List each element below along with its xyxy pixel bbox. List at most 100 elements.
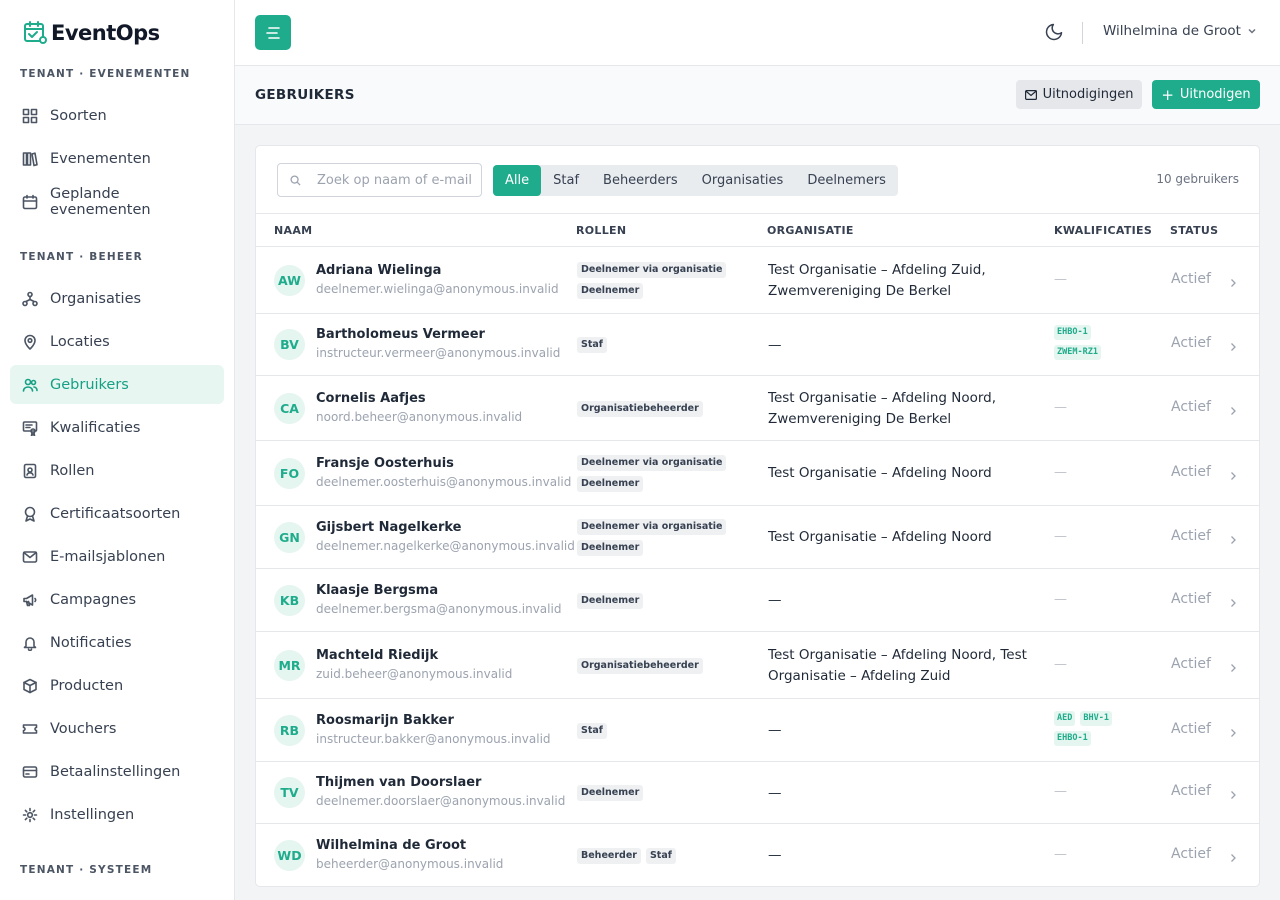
qualifications-empty: — — [1054, 846, 1067, 862]
chevron-right-icon[interactable] — [1229, 848, 1237, 867]
sidebar-item-rollen[interactable]: Rollen — [10, 451, 224, 490]
sidebar-item-geplande-evenementen[interactable]: Geplande evenementen — [10, 182, 224, 221]
roles-list: Deelnemer via organisatie Deelnemer — [577, 519, 747, 556]
chevron-right-icon[interactable] — [1229, 401, 1237, 420]
filter-alle[interactable]: Alle — [493, 165, 542, 196]
chevron-down-icon — [1248, 28, 1256, 34]
avatar: CA — [274, 392, 305, 424]
user-name[interactable]: Wilhelmina de Groot — [316, 838, 466, 853]
user-name[interactable]: Roosmarijn Bakker — [316, 713, 454, 728]
chevron-right-icon[interactable] — [1229, 658, 1237, 677]
table-row[interactable]: CA Cornelis Aafjes noord.beheer@anonymous.… — [256, 376, 1259, 441]
status-text: Actief — [1171, 720, 1211, 737]
role-badge: Staf — [577, 337, 607, 353]
sidebar-item-betaalinstellingen[interactable]: Betaalinstellingen — [10, 752, 224, 791]
chevron-right-icon[interactable] — [1229, 785, 1237, 804]
status-text: Actief — [1171, 398, 1211, 415]
chevron-right-icon[interactable] — [1229, 723, 1237, 742]
user-name[interactable]: Fransje Oosterhuis — [316, 456, 454, 471]
header-organization[interactable]: ORGANISATIE — [767, 224, 854, 237]
user-name[interactable]: Klaasje Bergsma — [316, 583, 438, 598]
avatar: AW — [274, 264, 305, 296]
sidebar-item-label: Gebruikers — [50, 376, 129, 393]
qualifications-empty: — — [1054, 528, 1067, 544]
table-row[interactable]: MR Machteld Riedijk zuid.beheer@anonymous.… — [256, 632, 1259, 699]
user-name[interactable]: Thijmen van Doorslaer — [316, 775, 481, 790]
sidebar-item-locaties[interactable]: Locaties — [10, 322, 224, 361]
sidebar-item-e-mailsjablonen[interactable]: E-mailsjablonen — [10, 537, 224, 576]
chevron-right-icon[interactable] — [1229, 466, 1237, 485]
qualification-badge: EHBO-1 — [1054, 730, 1091, 746]
table-row[interactable]: WD Wilhelmina de Groot beheerder@anonymous… — [256, 824, 1259, 886]
sidebar-item-instellingen[interactable]: Instellingen — [10, 795, 224, 834]
user-email: deelnemer.bergsma@anonymous.invalid — [316, 601, 562, 616]
user-name[interactable]: Gijsbert Nagelkerke — [316, 520, 461, 535]
qualification-badge: AED — [1054, 710, 1076, 726]
organization: — — [768, 722, 782, 738]
table-row[interactable]: TV Thijmen van Doorslaer deelnemer.doorsla… — [256, 762, 1259, 824]
sidebar-item-label: Producten — [50, 677, 124, 694]
table-row[interactable]: RB Roosmarijn Bakker instructeur.bakker@an… — [256, 699, 1259, 762]
status-text: Actief — [1171, 463, 1211, 480]
table-row[interactable]: AW Adriana Wielinga deelnemer.wielinga@ano… — [256, 247, 1259, 314]
status-text: Actief — [1171, 783, 1211, 799]
user-email: deelnemer.doorslaer@anonymous.invalid — [316, 794, 566, 808]
avatar: GN — [274, 521, 305, 553]
organization: Test Organisatie – Afdeling Noord — [768, 465, 992, 481]
user-name[interactable]: Bartholomeus Vermeer — [316, 327, 485, 342]
sidebar-item-producten[interactable]: Producten — [10, 666, 224, 705]
sidebar-item-notificaties[interactable]: Notificaties — [10, 623, 224, 662]
sidebar-section-title: TENANT · SYSTEEM — [20, 864, 153, 876]
filter-staf[interactable]: Staf — [541, 165, 591, 196]
filter-organisaties[interactable]: Organisaties — [690, 165, 796, 196]
sidebar-item-kwalificaties[interactable]: Kwalificaties — [10, 408, 224, 447]
search-box[interactable] — [277, 163, 482, 197]
search-input[interactable] — [317, 172, 477, 188]
sidebar-item-soorten[interactable]: Soorten — [10, 96, 224, 135]
sidebar-section-title: TENANT · EVENEMENTEN — [20, 68, 191, 80]
header-name[interactable]: NAAM — [274, 224, 312, 237]
avatar: KB — [274, 584, 305, 616]
user-name[interactable]: Cornelis Aafjes — [316, 391, 426, 406]
invitations-button[interactable]: Uitnodigingen — [1016, 80, 1142, 109]
menu-toggle-button[interactable] — [255, 15, 291, 50]
chevron-right-icon[interactable] — [1229, 337, 1237, 356]
table-row[interactable]: KB Klaasje Bergsma deelnemer.bergsma@anony… — [256, 569, 1259, 632]
sidebar-item-vouchers[interactable]: Vouchers — [10, 709, 224, 748]
qualifications-empty: — — [1054, 591, 1067, 607]
organization: Test Organisatie – Afdeling Noord, Zwemv… — [768, 389, 997, 427]
sidebar-item-gebruikers[interactable]: Gebruikers — [10, 365, 224, 404]
moon-icon — [1045, 23, 1063, 41]
sidebar-item-campagnes[interactable]: Campagnes — [10, 580, 224, 619]
sidebar-item-label: Locaties — [50, 333, 110, 350]
sidebar-item-organisaties[interactable]: Organisaties — [10, 279, 224, 318]
header-divider — [1082, 22, 1083, 44]
logo[interactable]: EventOps — [0, 0, 234, 66]
user-menu[interactable]: Wilhelmina de Groot — [1103, 23, 1257, 39]
qualifications-empty: — — [1054, 656, 1067, 672]
user-email: deelnemer.oosterhuis@anonymous.invalid — [316, 474, 572, 489]
filter-beheerders[interactable]: Beheerders — [591, 165, 690, 196]
role-badge: Deelnemer via organisatie — [577, 455, 727, 471]
table-row[interactable]: FO Fransje Oosterhuis deelnemer.oosterhuis… — [256, 441, 1259, 506]
id-badge-icon — [22, 463, 38, 479]
sidebar-item-evenementen[interactable]: Evenementen — [10, 139, 224, 178]
header-qualifications[interactable]: KWALIFICATIES — [1054, 224, 1152, 237]
header-status[interactable]: STATUS — [1170, 224, 1218, 237]
users-card: AlleStafBeheerdersOrganisatiesDeelnemers… — [255, 145, 1260, 887]
filter-deelnemers[interactable]: Deelnemers — [795, 165, 898, 196]
status-text: Actief — [1171, 655, 1211, 672]
chevron-right-icon[interactable] — [1229, 530, 1237, 549]
organization: Test Organisatie – Afdeling Zuid, Zwemve… — [768, 261, 986, 299]
user-name[interactable]: Adriana Wielinga — [316, 263, 441, 278]
table-row[interactable]: BV Bartholomeus Vermeer instructeur.vermee… — [256, 314, 1259, 376]
user-name[interactable]: Machteld Riedijk — [316, 648, 438, 663]
invite-button[interactable]: + Uitnodigen — [1152, 80, 1260, 109]
table-row[interactable]: GN Gijsbert Nagelkerke deelnemer.nagelkerk… — [256, 506, 1259, 569]
theme-toggle-button[interactable] — [1044, 22, 1064, 46]
user-email: deelnemer.nagelkerke@anonymous.invalid — [316, 538, 575, 553]
chevron-right-icon[interactable] — [1229, 273, 1237, 292]
sidebar-item-certificaatsoorten[interactable]: Certificaatsoorten — [10, 494, 224, 533]
chevron-right-icon[interactable] — [1229, 593, 1237, 612]
header-roles[interactable]: ROLLEN — [576, 224, 626, 237]
